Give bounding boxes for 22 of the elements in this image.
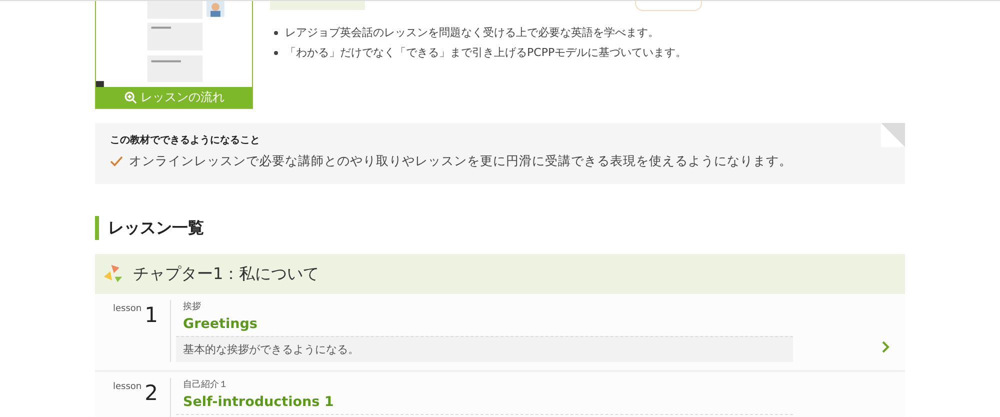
bullet-icon: [274, 51, 278, 55]
bullet-icon: [274, 31, 278, 35]
lesson-description: 基本的な挨拶ができるようになる。: [176, 336, 793, 362]
lesson-number: 1: [144, 304, 158, 326]
feature-text: レアジョブ英会話のレッスンを問題なく受ける上で必要な英語を学べます。: [285, 25, 659, 41]
lesson-label: lesson: [112, 304, 142, 314]
triangles-icon: [103, 264, 123, 284]
lesson-category: 挨拶: [183, 300, 202, 313]
feature-text: 「わかる」だけでなく「できる」まで引き上げるPCPPモデルに基づいています。: [285, 45, 687, 61]
chevron-right-icon[interactable]: [882, 341, 890, 353]
lesson-number: 2: [144, 382, 158, 404]
lesson-title-link[interactable]: Self-introductions 1: [183, 394, 793, 410]
lesson-title-link[interactable]: Greetings: [183, 316, 793, 332]
section-heading: レッスン一覧: [95, 216, 905, 240]
check-icon: [110, 156, 123, 167]
goals-title: この教材でできるようになること: [110, 134, 261, 147]
goal-text: オンラインレッスンで必要な講師とのやり取りやレッスンを更に円滑に受講できる表現を使えるようになります。: [129, 153, 792, 170]
lesson-flow-button[interactable]: レッスンの流れ: [96, 87, 252, 108]
chapter-title: チャプター1：私について: [133, 264, 320, 284]
zoom-in-icon: [124, 91, 136, 104]
lesson-label: lesson: [112, 382, 142, 392]
lesson-category: 自己紹介１: [183, 378, 229, 391]
